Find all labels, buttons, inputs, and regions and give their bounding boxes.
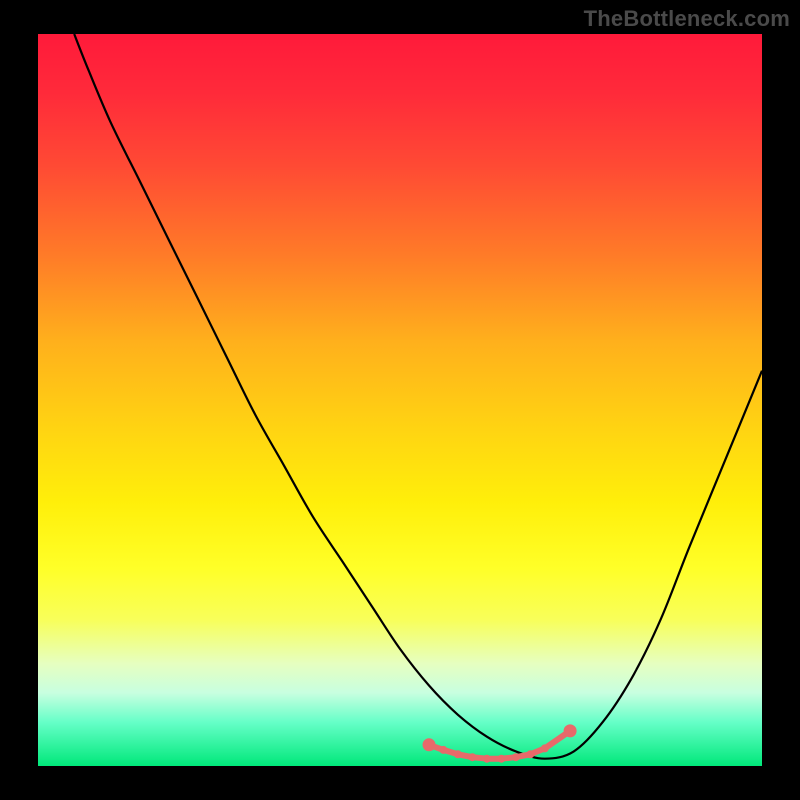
bottleneck-curve-chart: [38, 34, 762, 766]
chart-frame: TheBottleneck.com: [0, 0, 800, 800]
watermark-text: TheBottleneck.com: [584, 6, 790, 32]
curve-line: [74, 34, 762, 759]
plot-area: [38, 34, 762, 766]
